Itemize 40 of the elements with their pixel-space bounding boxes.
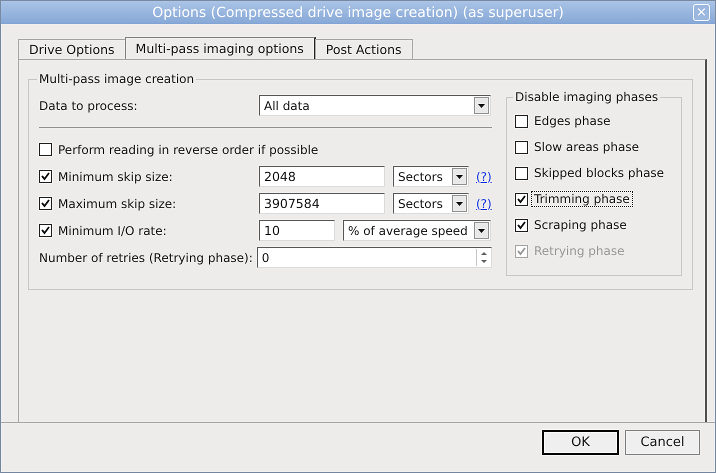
option-label: Minimum skip size: [58, 170, 173, 184]
checkbox[interactable] [39, 197, 52, 210]
spin-arrows-icon[interactable] [476, 249, 490, 266]
tab[interactable]: Post Actions [314, 39, 413, 59]
data-dropdown[interactable]: All data [259, 95, 491, 116]
tab[interactable]: Multi-pass imaging options [124, 37, 316, 59]
help-link[interactable]: (?) [476, 170, 492, 184]
checkbox[interactable] [515, 166, 528, 180]
rate-field[interactable]: 10 [259, 220, 335, 241]
option-label: Number of retries (Retrying phase): [39, 250, 253, 264]
checkbox[interactable] [39, 224, 52, 237]
checkbox[interactable] [39, 143, 52, 156]
retries-spin-field[interactable]: 0 [256, 247, 492, 268]
size-field[interactable]: 3907584 [259, 193, 385, 214]
ok-button[interactable]: OK [542, 430, 619, 455]
checkbox[interactable] [515, 192, 528, 206]
help-link[interactable]: (?) [476, 196, 492, 210]
option-label: Data to process: [39, 98, 138, 112]
checkbox[interactable] [39, 170, 52, 183]
rate-unit-dropdown[interactable]: % of average speed [343, 220, 491, 241]
size-field[interactable]: 2048 [259, 166, 385, 187]
cancel-button[interactable]: Cancel [625, 430, 700, 455]
phase-label: Skipped blocks phase [533, 165, 666, 181]
phase-label: Scraping phase [533, 217, 628, 233]
unit-dropdown[interactable]: Sectors [393, 166, 469, 187]
tab[interactable]: Drive Options [18, 39, 126, 59]
option-label: Maximum skip size: [58, 196, 176, 210]
unit-dropdown[interactable]: Sectors [393, 193, 469, 214]
phase-label: Slow areas phase [533, 139, 640, 155]
phase-label: Edges phase [533, 113, 612, 129]
checkbox[interactable] [515, 218, 528, 232]
group-title: Disable imaging phases [514, 90, 660, 104]
checkbox[interactable] [515, 114, 528, 128]
phase-label: Retrying phase [533, 243, 626, 259]
group-title: Multi-pass image creation [38, 72, 196, 86]
option-label: Perform reading in reverse order if possible [58, 142, 318, 156]
window-title: Options (Compressed drive image creation) (as superuser) [152, 4, 564, 20]
checkbox[interactable] [515, 140, 528, 154]
option-label: Minimum I/O rate: [58, 224, 167, 238]
phase-label: Trimming phase [531, 191, 633, 207]
